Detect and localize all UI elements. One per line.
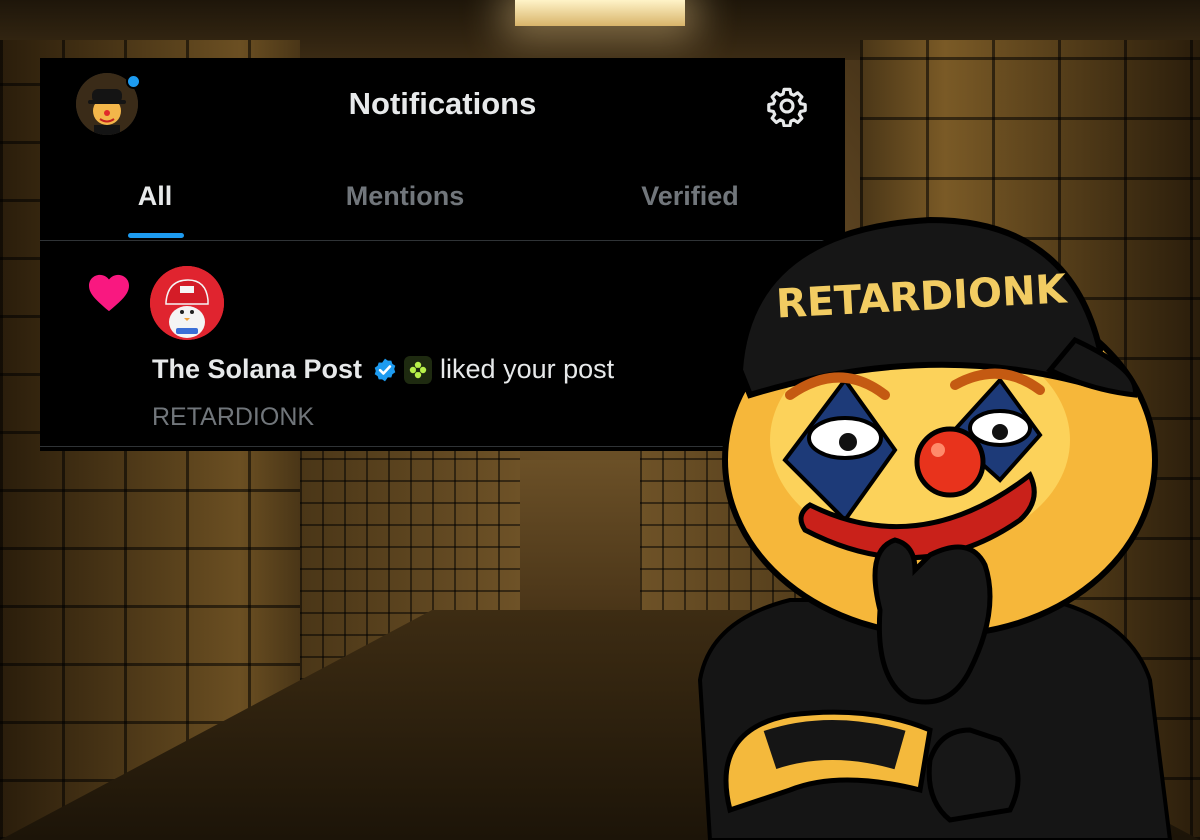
corridor-end: [520, 460, 640, 610]
gear-icon: [767, 87, 807, 127]
notification-text: The Solana Post liked your post: [152, 354, 614, 385]
actor-name[interactable]: The Solana Post: [152, 354, 362, 385]
actor-avatar[interactable]: [150, 266, 224, 340]
affiliate-badge-icon: [404, 355, 433, 384]
active-tab-indicator: [128, 233, 184, 238]
verified-badge-icon: [374, 358, 396, 381]
settings-button[interactable]: [765, 84, 809, 128]
clown-mascot-illustration: RETARDIONK: [670, 210, 1200, 840]
panel-header: Notifications: [40, 58, 845, 153]
heart-icon: [89, 274, 129, 312]
notification-action: liked your post: [440, 354, 615, 384]
liked-post-text: RETARDIONK: [152, 403, 315, 431]
tab-mentions[interactable]: Mentions: [310, 153, 500, 240]
tab-all[interactable]: All: [100, 153, 210, 240]
page-title: Notifications: [348, 86, 537, 121]
ceiling-light: [515, 0, 685, 26]
